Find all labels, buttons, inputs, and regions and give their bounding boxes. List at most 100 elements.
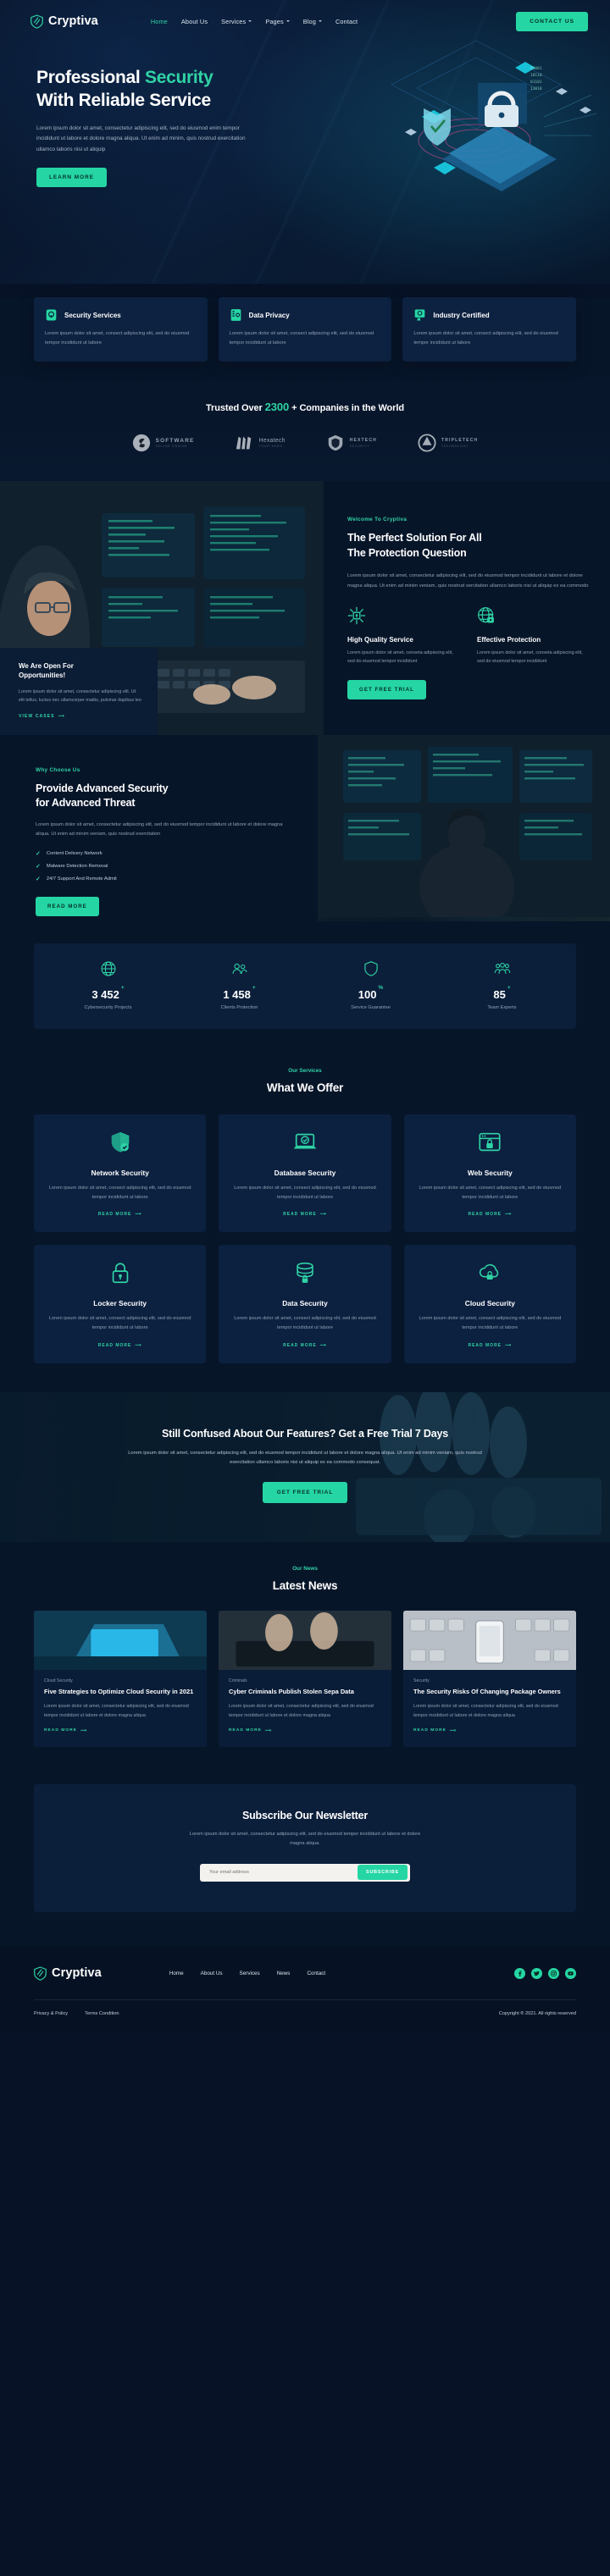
footer-link-news[interactable]: News xyxy=(277,1971,291,1976)
about-title-line2: The Protection Question xyxy=(347,546,467,559)
partner-logo-sub: SECURITY xyxy=(349,444,370,448)
terms-condition-link[interactable]: Terms Condition xyxy=(85,2011,119,2016)
service-card-title: Database Security xyxy=(274,1168,336,1177)
partner-logo-hexatech[interactable]: Hexatech YOUR HERO xyxy=(235,434,285,452)
service-card-web-security[interactable]: Web Security Lorem ipsum dolor sit amet,… xyxy=(403,1114,576,1233)
why-checklist-item: ✓ Content Delivery Network xyxy=(36,850,296,857)
service-read-more-link[interactable]: READ MORE ⟶ xyxy=(468,1343,512,1348)
chevron-down-icon xyxy=(318,20,322,22)
news-card-category: Criminals xyxy=(229,1678,247,1683)
news-card-image xyxy=(403,1610,576,1670)
service-card-network-security[interactable]: Network Security Lorem ipsum dolor sit a… xyxy=(34,1114,207,1233)
facebook-icon[interactable] xyxy=(514,1967,525,1979)
phone-keyboard-photo xyxy=(403,1610,576,1670)
service-card-text: Lorem ipsum dolor sit amet, consect adip… xyxy=(48,1316,191,1331)
hero-content: Professional Security With Reliable Serv… xyxy=(0,36,280,188)
svg-text:11010: 11010 xyxy=(530,86,542,91)
why-checklist-item: ✓ Malware Detection Removal xyxy=(36,863,296,870)
padlock-icon xyxy=(112,1263,128,1284)
feature-card-industry-certified[interactable]: Industry Certified Lorem ipsum dolor sit… xyxy=(402,297,577,362)
nav-item-contact[interactable]: Contact xyxy=(336,18,358,25)
twitter-icon[interactable] xyxy=(531,1967,542,1979)
counter-label: Clients Protection xyxy=(220,1004,258,1010)
bars-logo-icon xyxy=(236,436,252,450)
open-opportunities-box: We Are Open For Opportunities! Lorem ips… xyxy=(0,647,158,735)
footer-link-services[interactable]: Services xyxy=(240,1971,260,1976)
contact-us-button[interactable]: CONTACT US xyxy=(516,11,588,31)
arrow-right-icon: ⟶ xyxy=(505,1342,513,1348)
partner-logo-hextech[interactable]: HEXTECH SECURITY xyxy=(326,434,377,452)
cta-title: Still Confused About Our Features? Get a… xyxy=(161,1427,449,1440)
newsletter-email-input[interactable] xyxy=(202,1870,358,1876)
partner-logo-sub: ONLINE ENGINE xyxy=(155,445,188,449)
privacy-policy-link[interactable]: Privacy & Policy xyxy=(34,2011,68,2016)
hero-illustration: 01001 10110 0110111010 xyxy=(391,40,597,191)
feature-card-data-privacy[interactable]: Data Privacy Lorem ipsum dolor sit amet,… xyxy=(218,297,392,362)
view-cases-link[interactable]: VIEW CASES ⟶ xyxy=(19,714,65,719)
open-box-title: We Are Open For Opportunities! xyxy=(19,661,142,681)
brand-name: Cryptiva xyxy=(48,14,98,28)
service-read-more-label: READ MORE xyxy=(468,1212,502,1218)
news-read-more-link[interactable]: READ MORE ⟶ xyxy=(44,1728,87,1733)
why-image xyxy=(318,734,610,921)
news-card-body: Cloud Security Five Strategies to Optimi… xyxy=(34,1670,207,1748)
nav-item-about-us[interactable]: About Us xyxy=(181,18,208,25)
partner-logo-software[interactable]: SOFTWARE ONLINE ENGINE xyxy=(132,434,195,452)
arrow-right-icon: ⟶ xyxy=(319,1342,327,1348)
news-read-more-link[interactable]: READ MORE ⟶ xyxy=(229,1728,272,1733)
service-read-more-label: READ MORE xyxy=(283,1212,317,1218)
service-card-database-security[interactable]: Database Security Lorem ipsum dolor sit … xyxy=(219,1114,391,1233)
youtube-icon[interactable] xyxy=(565,1967,576,1979)
service-read-more-link[interactable]: READ MORE ⟶ xyxy=(98,1343,142,1348)
hero-title: Professional Security With Reliable Serv… xyxy=(36,67,280,113)
service-card-text: Lorem ipsum dolor sit amet, consect adip… xyxy=(234,1185,376,1200)
footer-link-contact[interactable]: Contact xyxy=(307,1971,325,1976)
partner-logo-tripletech[interactable]: TRIPLETECH TECHNOLOGY xyxy=(418,434,478,452)
nav-item-pages[interactable]: Pages xyxy=(265,18,290,25)
news-read-more-label: READ MORE xyxy=(44,1728,77,1733)
news-card[interactable]: Cloud Security Five Strategies to Optimi… xyxy=(34,1610,207,1748)
feature-card-security-services[interactable]: Security Services Lorem ipsum dolor sit … xyxy=(34,297,208,362)
footer: Cryptiva Home About Us Services News Con… xyxy=(0,1945,610,2030)
feature-card-title: Data Privacy xyxy=(248,311,290,319)
brand-logo[interactable]: Cryptiva xyxy=(30,14,98,29)
why-checklist: ✓ Content Delivery Network ✓ Malware Det… xyxy=(36,850,296,882)
arrow-right-icon: ⟶ xyxy=(264,1728,272,1733)
instagram-icon[interactable] xyxy=(548,1967,559,1979)
feature-card-text: Lorem ipsum dolor sit amet, consect adip… xyxy=(413,331,558,346)
why-checklist-label: 24/7 Support And Remote Admit xyxy=(46,876,117,882)
service-card-locker-security[interactable]: Locker Security Lorem ipsum dolor sit am… xyxy=(34,1245,207,1363)
footer-brand-logo[interactable]: Cryptiva xyxy=(34,1965,102,1981)
service-card-title: Cloud Security xyxy=(464,1299,515,1308)
learn-more-button[interactable]: LEARN MORE xyxy=(36,168,107,188)
cta-get-free-trial-button[interactable]: GET FREE TRIAL xyxy=(262,1481,348,1503)
service-read-more-link[interactable]: READ MORE ⟶ xyxy=(283,1343,327,1348)
news-eyebrow: Our News xyxy=(292,1565,318,1572)
counter-number: 100 xyxy=(358,987,377,1001)
nav-item-home[interactable]: Home xyxy=(151,18,168,25)
why-checklist-label: Malware Detection Removal xyxy=(46,863,108,869)
service-read-more-link[interactable]: READ MORE ⟶ xyxy=(98,1212,142,1217)
nav-item-services[interactable]: Services xyxy=(221,18,252,25)
why-read-more-button[interactable]: READ MORE xyxy=(36,896,99,916)
nav-item-blog[interactable]: Blog xyxy=(303,18,322,25)
why-title-line2: for Advanced Threat xyxy=(36,797,136,810)
service-read-more-link[interactable]: READ MORE ⟶ xyxy=(468,1212,512,1217)
footer-top: Cryptiva Home About Us Services News Con… xyxy=(34,1965,576,1999)
globe-lock-icon xyxy=(478,606,494,622)
partner-logos: SOFTWARE ONLINE ENGINE Hexatech YOUR HER… xyxy=(0,434,610,452)
news-card[interactable]: Security The Security Risks Of Changing … xyxy=(403,1610,576,1748)
news-read-more-label: READ MORE xyxy=(229,1728,262,1733)
service-card-data-security[interactable]: Data Security Lorem ipsum dolor sit amet… xyxy=(219,1245,391,1363)
news-read-more-link[interactable]: READ MORE ⟶ xyxy=(413,1728,457,1733)
arrow-right-icon: ⟶ xyxy=(58,713,66,719)
service-read-more-link[interactable]: READ MORE ⟶ xyxy=(283,1212,327,1217)
news-card-image xyxy=(219,1610,391,1670)
footer-link-about-us[interactable]: About Us xyxy=(201,1971,223,1976)
news-card[interactable]: Criminals Cyber Criminals Publish Stolen… xyxy=(219,1610,391,1748)
service-card-cloud-security[interactable]: Cloud Security Lorem ipsum dolor sit ame… xyxy=(403,1245,576,1363)
footer-link-home[interactable]: Home xyxy=(169,1971,184,1976)
services-grid: Network Security Lorem ipsum dolor sit a… xyxy=(0,1114,610,1363)
about-get-free-trial-button[interactable]: GET FREE TRIAL xyxy=(347,679,426,699)
subscribe-button[interactable]: SUBSCRIBE xyxy=(358,1865,408,1881)
